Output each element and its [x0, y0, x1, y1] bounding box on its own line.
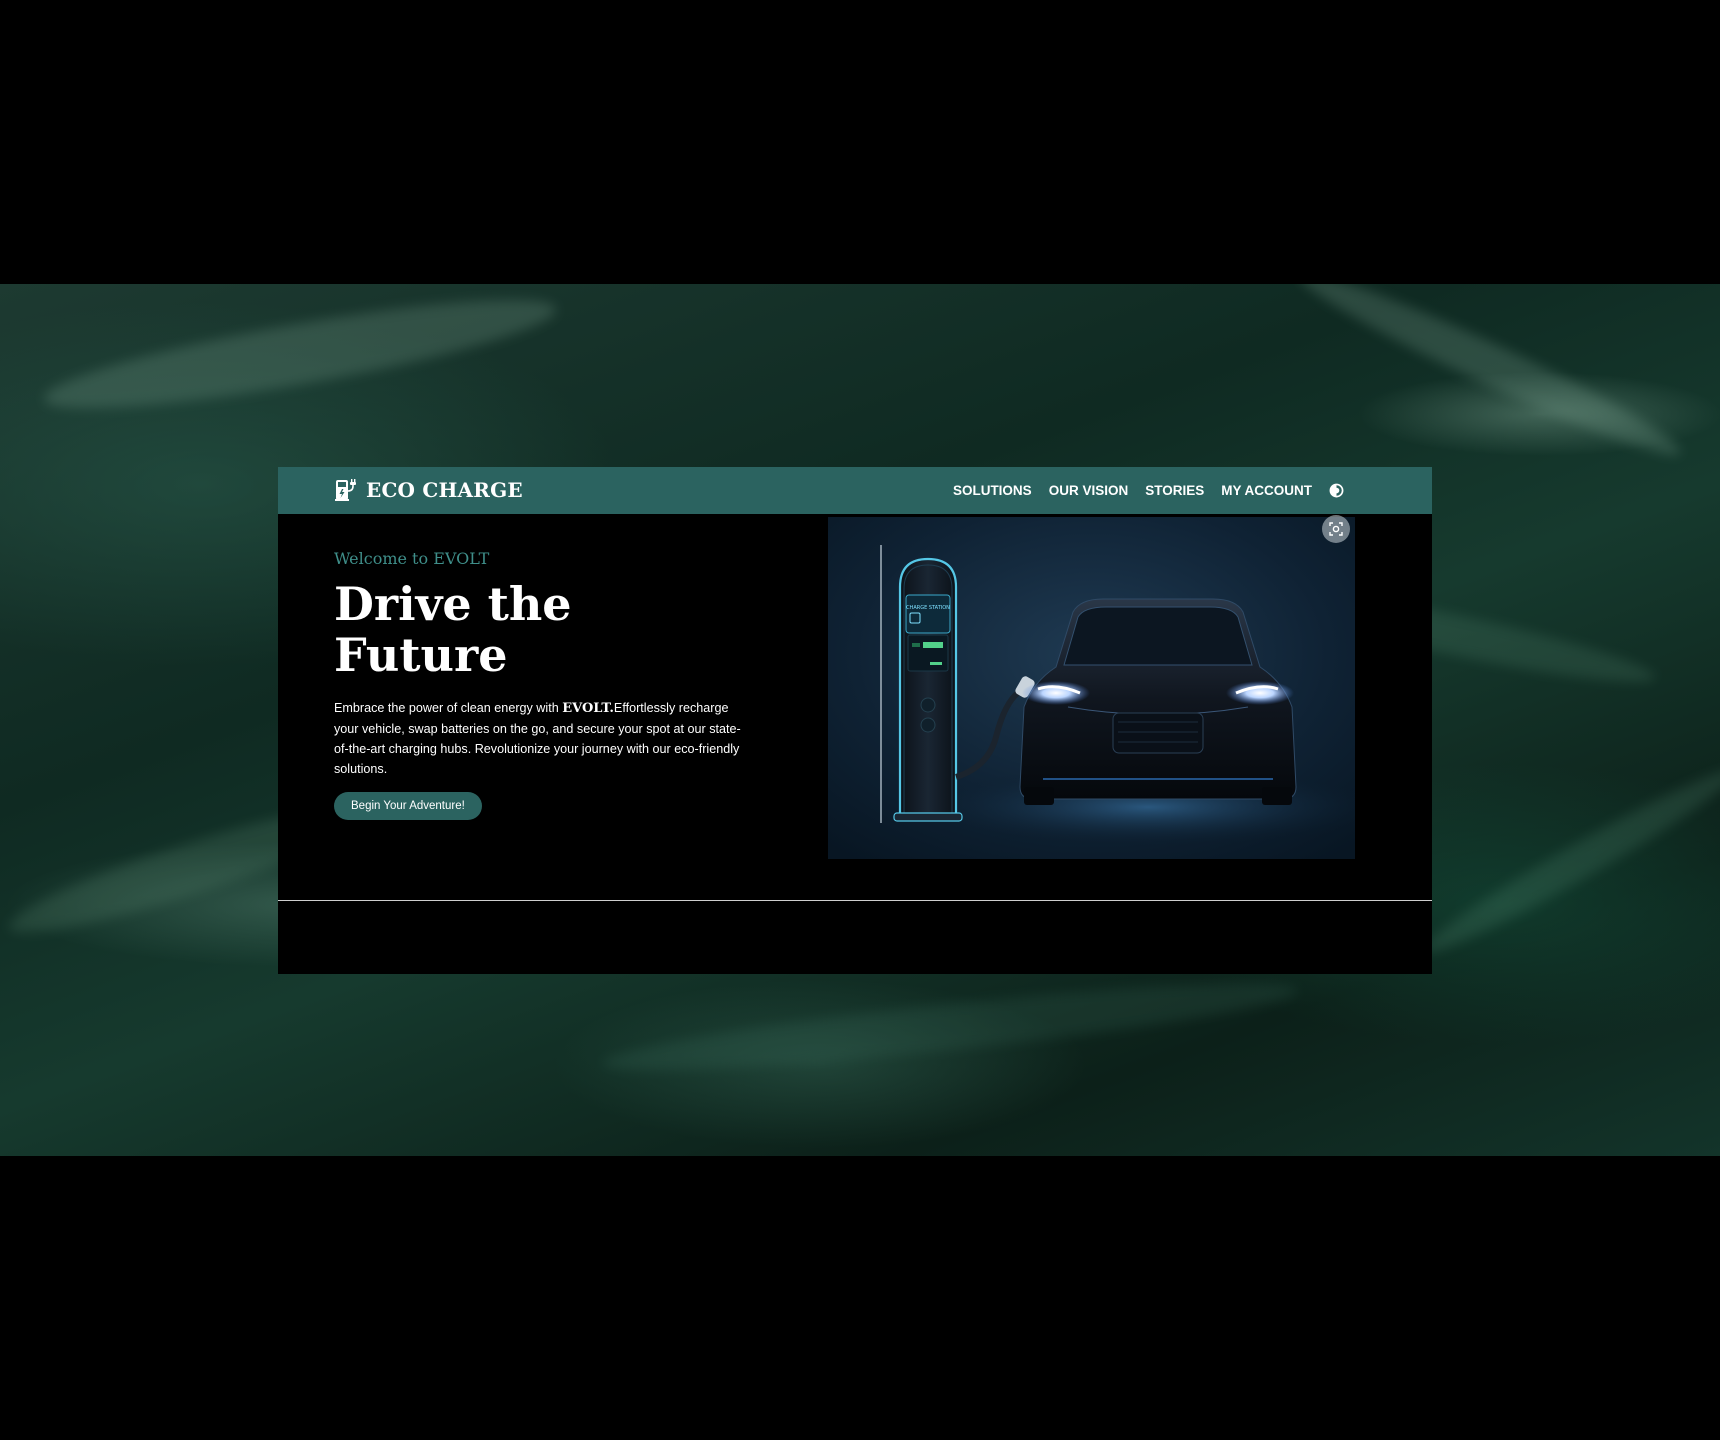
- website-window: ECO CHARGE SOLUTIONS OUR VISION STORIES …: [278, 467, 1432, 974]
- nav-our-vision[interactable]: OUR VISION: [1049, 483, 1129, 498]
- section-divider: [278, 900, 1432, 901]
- ev-charging-hero-image: CHARGE STATION: [828, 517, 1355, 859]
- hero-description: Embrace the power of clean energy with E…: [334, 698, 754, 779]
- screenshot-button[interactable]: [1322, 515, 1350, 543]
- begin-adventure-button[interactable]: Begin Your Adventure!: [334, 792, 482, 820]
- nav-my-account[interactable]: MY ACCOUNT: [1221, 483, 1312, 498]
- leaf-blur: [38, 284, 562, 429]
- contrast-toggle-icon[interactable]: [1329, 483, 1344, 498]
- nav-stories[interactable]: STORIES: [1145, 483, 1204, 498]
- brand-logo[interactable]: ECO CHARGE: [334, 476, 523, 504]
- charging-station: CHARGE STATION: [893, 557, 963, 822]
- hero-eyebrow: Welcome to EVOLT: [334, 549, 490, 568]
- hero-title-line1: Drive the: [334, 577, 572, 631]
- leaf-blur: [1415, 756, 1720, 966]
- hero-title: Drive the Future: [334, 579, 754, 681]
- station-label: CHARGE STATION: [906, 605, 950, 611]
- hero-title-line2: Future: [334, 628, 508, 682]
- leaf-blur: [1291, 284, 1689, 471]
- nav-solutions[interactable]: SOLUTIONS: [953, 483, 1032, 498]
- navbar: ECO CHARGE SOLUTIONS OUR VISION STORIES …: [278, 467, 1432, 514]
- main-nav: SOLUTIONS OUR VISION STORIES MY ACCOUNT: [953, 467, 1344, 514]
- camera-focus-icon: [1329, 522, 1343, 536]
- brand-name: ECO CHARGE: [366, 478, 523, 502]
- hero-description-pre: Embrace the power of clean energy with: [334, 701, 563, 715]
- leaf-blur: [599, 967, 1301, 1087]
- ev-charger-plug-icon: [335, 479, 356, 501]
- hero-description-brand: EVOLT.: [562, 701, 614, 716]
